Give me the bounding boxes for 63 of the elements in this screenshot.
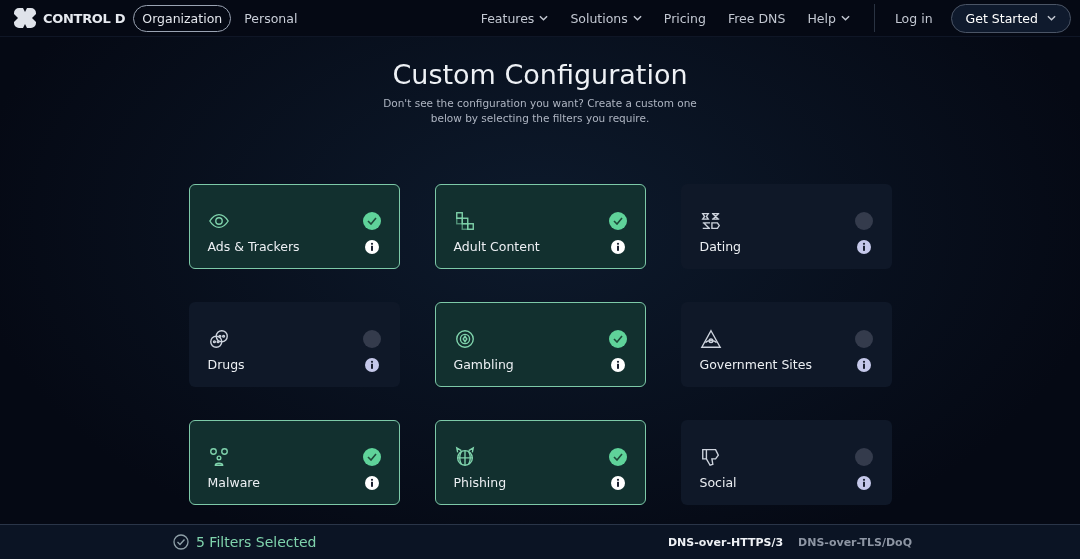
eye-triangle-icon <box>699 328 722 350</box>
filter-card[interactable]: Malware <box>188 420 400 505</box>
thumbs-down-icon <box>699 446 722 468</box>
nav-link[interactable]: Pricing <box>663 10 706 26</box>
caret-icon <box>840 15 850 21</box>
filter-label: Dating <box>699 239 743 254</box>
filter-card[interactable]: Drugs <box>188 302 400 387</box>
chip-icon <box>453 328 476 350</box>
info-icon[interactable] <box>364 357 379 372</box>
nav-menu[interactable]: Solutions <box>570 10 642 26</box>
horned-globe-icon <box>453 446 476 468</box>
check-icon <box>608 330 627 348</box>
filter-card[interactable]: Dating <box>680 184 892 269</box>
check-icon <box>608 212 627 230</box>
protocol-tab[interactable]: DNS-over-TLS/DoQ <box>798 535 912 549</box>
linked-shapes-icon <box>699 210 722 232</box>
nav-link[interactable]: Free DNS <box>727 10 786 26</box>
filter-label: Government Sites <box>699 357 813 372</box>
audience-tab[interactable]: Personal <box>235 4 307 32</box>
check-icon <box>608 448 627 466</box>
page-subtitle: Don't see the configuration you want? Create a custom one below by selecting the filters you require. <box>382 96 698 126</box>
check-icon <box>362 448 381 466</box>
filter-label: Social <box>699 475 738 490</box>
filters-selected-count: 5 Filters Selected <box>196 534 317 550</box>
login-link[interactable]: Log in <box>894 10 933 26</box>
filter-label: Malware <box>207 475 261 490</box>
filter-card[interactable]: Adult Content <box>434 184 646 269</box>
caret-icon <box>1047 15 1056 21</box>
caret-icon <box>539 15 549 21</box>
filter-label: Ads & Trackers <box>207 239 301 254</box>
unchecked-circle-icon <box>854 212 873 230</box>
caret-icon <box>632 15 642 21</box>
pills-icon <box>207 328 230 350</box>
info-icon[interactable] <box>610 239 625 254</box>
logo-icon <box>14 8 36 28</box>
info-icon[interactable] <box>610 357 625 372</box>
info-icon[interactable] <box>856 357 871 372</box>
info-icon[interactable] <box>364 475 379 490</box>
pixel-blocks-icon <box>453 210 476 232</box>
filter-label: Drugs <box>207 357 246 372</box>
filter-card[interactable]: Ads & Trackers <box>188 184 400 269</box>
filter-label: Gambling <box>453 357 515 372</box>
brand-name: CONTROL D <box>43 10 126 26</box>
filter-card[interactable]: Social <box>680 420 892 505</box>
check-icon <box>362 212 381 230</box>
page-title: Custom Configuration <box>392 59 688 90</box>
info-icon[interactable] <box>856 475 871 490</box>
filter-label: Adult Content <box>453 239 541 254</box>
get-started-button[interactable]: Get Started <box>950 3 1071 33</box>
unchecked-circle-icon <box>854 330 873 348</box>
filter-card[interactable]: Phishing <box>434 420 646 505</box>
nav-menu[interactable]: Features <box>480 10 549 26</box>
check-circle-icon <box>173 534 189 550</box>
info-icon[interactable] <box>610 475 625 490</box>
info-icon[interactable] <box>364 239 379 254</box>
info-icon[interactable] <box>856 239 871 254</box>
filter-card[interactable]: Gambling <box>434 302 646 387</box>
nav-menu[interactable]: Help <box>807 10 850 26</box>
unchecked-circle-icon <box>362 330 381 348</box>
filter-label: Phishing <box>453 475 508 490</box>
protocol-tab[interactable]: DNS-over-HTTPS/3 <box>668 535 784 549</box>
filter-card[interactable]: Government Sites <box>680 302 892 387</box>
unchecked-circle-icon <box>854 448 873 466</box>
